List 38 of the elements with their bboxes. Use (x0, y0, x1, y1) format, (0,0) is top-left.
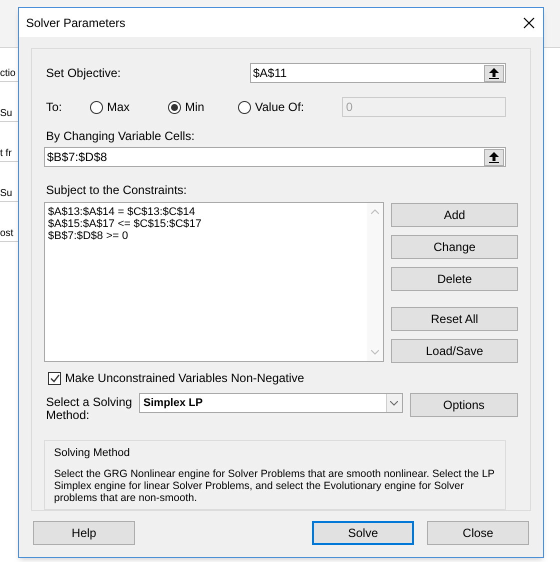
objective-field[interactable]: $A$11 (250, 63, 506, 83)
checkbox[interactable] (48, 372, 61, 384)
constraints-list[interactable]: $A$13:$A$14 = $C$13:$C$14 $A$15:$A$17 <= $C$15:$C$17 $B$7:$D$8 >= 0 (44, 202, 384, 362)
dialog-button[interactable]: Reset All (391, 307, 518, 331)
radio-button[interactable] (90, 100, 103, 114)
dialog-button[interactable]: Close (427, 521, 529, 545)
description-text: Select the GRG Nonlinear engine for Solver Problems that are smooth nonlinear. Select the LP Simplex engine for linear Solver Problems, and select the Evolutionary engine for Solver problems that are non-smooth. (54, 468, 496, 504)
field-label: Subject to the Constraints: (45, 182, 188, 199)
up-arrow-icon (489, 152, 499, 162)
field-label: To: (45, 99, 64, 116)
close-icon[interactable] (523, 16, 535, 28)
radio-label: Max (107, 99, 130, 116)
checkbox-label: Make Unconstrained Variables Non-Negative (65, 370, 304, 387)
radio-button[interactable] (238, 100, 251, 114)
up-arrow-icon (489, 68, 499, 78)
dropdown-caret-icon (390, 400, 398, 406)
collapse-button[interactable] (484, 64, 504, 82)
changing-cells-field[interactable]: $B$7:$D$8 (44, 147, 506, 167)
radio-button[interactable] (168, 100, 181, 114)
radio-label: Value Of: (255, 99, 304, 116)
dialog-button[interactable]: Change (391, 235, 518, 259)
field-label: Select a Solving Method: (45, 396, 134, 422)
constraint-item[interactable]: $A$13:$A$14 = $C$13:$C$14 (48, 206, 202, 218)
radio-label: Min (185, 99, 204, 116)
constraint-item[interactable]: $A$15:$A$17 <= $C$15:$C$17 (48, 218, 202, 230)
dialog-button[interactable]: Solve (312, 521, 414, 545)
field-label: By Changing Variable Cells: (45, 128, 196, 145)
dialog-button[interactable]: Options (410, 393, 518, 417)
window-title: Solver Parameters (26, 14, 126, 32)
method-dropdown[interactable]: Simplex LP (139, 393, 403, 413)
dialog-button[interactable]: Load/Save (391, 339, 518, 363)
collapse-button[interactable] (484, 148, 504, 166)
constraint-item[interactable]: $B$7:$D$8 >= 0 (48, 230, 202, 242)
dialog-button[interactable]: Delete (391, 267, 518, 291)
field-label: Set Objective: (45, 65, 122, 82)
dialog-button[interactable]: Help (33, 521, 135, 545)
panel-title: Solving Method (54, 446, 131, 461)
dialog-button[interactable]: Add (391, 203, 518, 227)
